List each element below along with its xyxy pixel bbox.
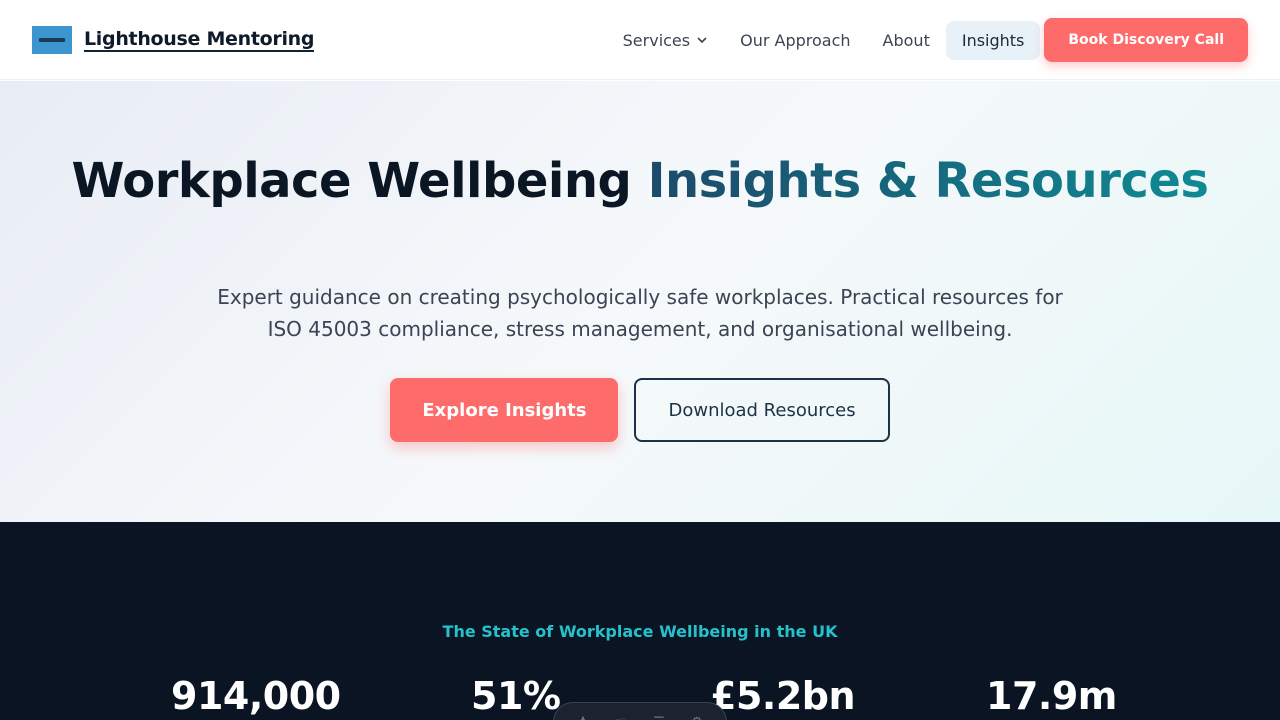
hero-title-accent: Insights & Resources <box>647 153 1209 209</box>
nav-insights[interactable]: Insights <box>945 20 1041 60</box>
explore-insights-button[interactable]: Explore Insights <box>390 378 619 442</box>
pointer-icon[interactable]: ☜ <box>613 714 629 720</box>
brand-link[interactable]: Lighthouse Mentoring <box>32 26 315 54</box>
stat-value: 51% <box>471 674 561 718</box>
hero-title-main: Workplace Wellbeing <box>71 153 648 209</box>
floating-toolbar: ♟ ☜ ☰ ⚙ <box>553 702 727 720</box>
logo-image <box>32 26 72 54</box>
stat-value: 17.9m <box>986 674 1117 718</box>
hero-section: Workplace Wellbeing Insights & Resources… <box>0 81 1280 522</box>
stat-value: £5.2bn <box>710 674 856 718</box>
site-header: Lighthouse Mentoring Services Our Approa… <box>0 0 1280 80</box>
book-discovery-call-button[interactable]: Book Discovery Call <box>1044 18 1248 62</box>
stats-section: The State of Workplace Wellbeing in the … <box>0 522 1280 720</box>
download-resources-button[interactable]: Download Resources <box>634 378 890 442</box>
gear-icon[interactable]: ⚙ <box>689 714 705 720</box>
menu-icon[interactable]: ☰ <box>651 714 667 720</box>
main-nav: Services Our Approach About Insights Boo… <box>607 18 1248 62</box>
stats-heading: The State of Workplace Wellbeing in the … <box>442 622 838 641</box>
hero-title: Workplace Wellbeing Insights & Resources <box>0 157 1280 205</box>
nav-about[interactable]: About <box>867 21 946 60</box>
brand-name: Lighthouse Mentoring <box>84 28 315 52</box>
chevron-down-icon <box>697 37 707 44</box>
hero-subtitle: Expert guidance on creating psychologica… <box>217 285 1063 341</box>
person-icon[interactable]: ♟ <box>575 714 591 720</box>
nav-our-approach[interactable]: Our Approach <box>724 21 866 60</box>
nav-services[interactable]: Services <box>607 21 724 60</box>
nav-services-label: Services <box>622 30 691 50</box>
hero-actions: Explore Insights Download Resources <box>0 378 1280 442</box>
stat-value: 914,000 <box>171 674 341 718</box>
